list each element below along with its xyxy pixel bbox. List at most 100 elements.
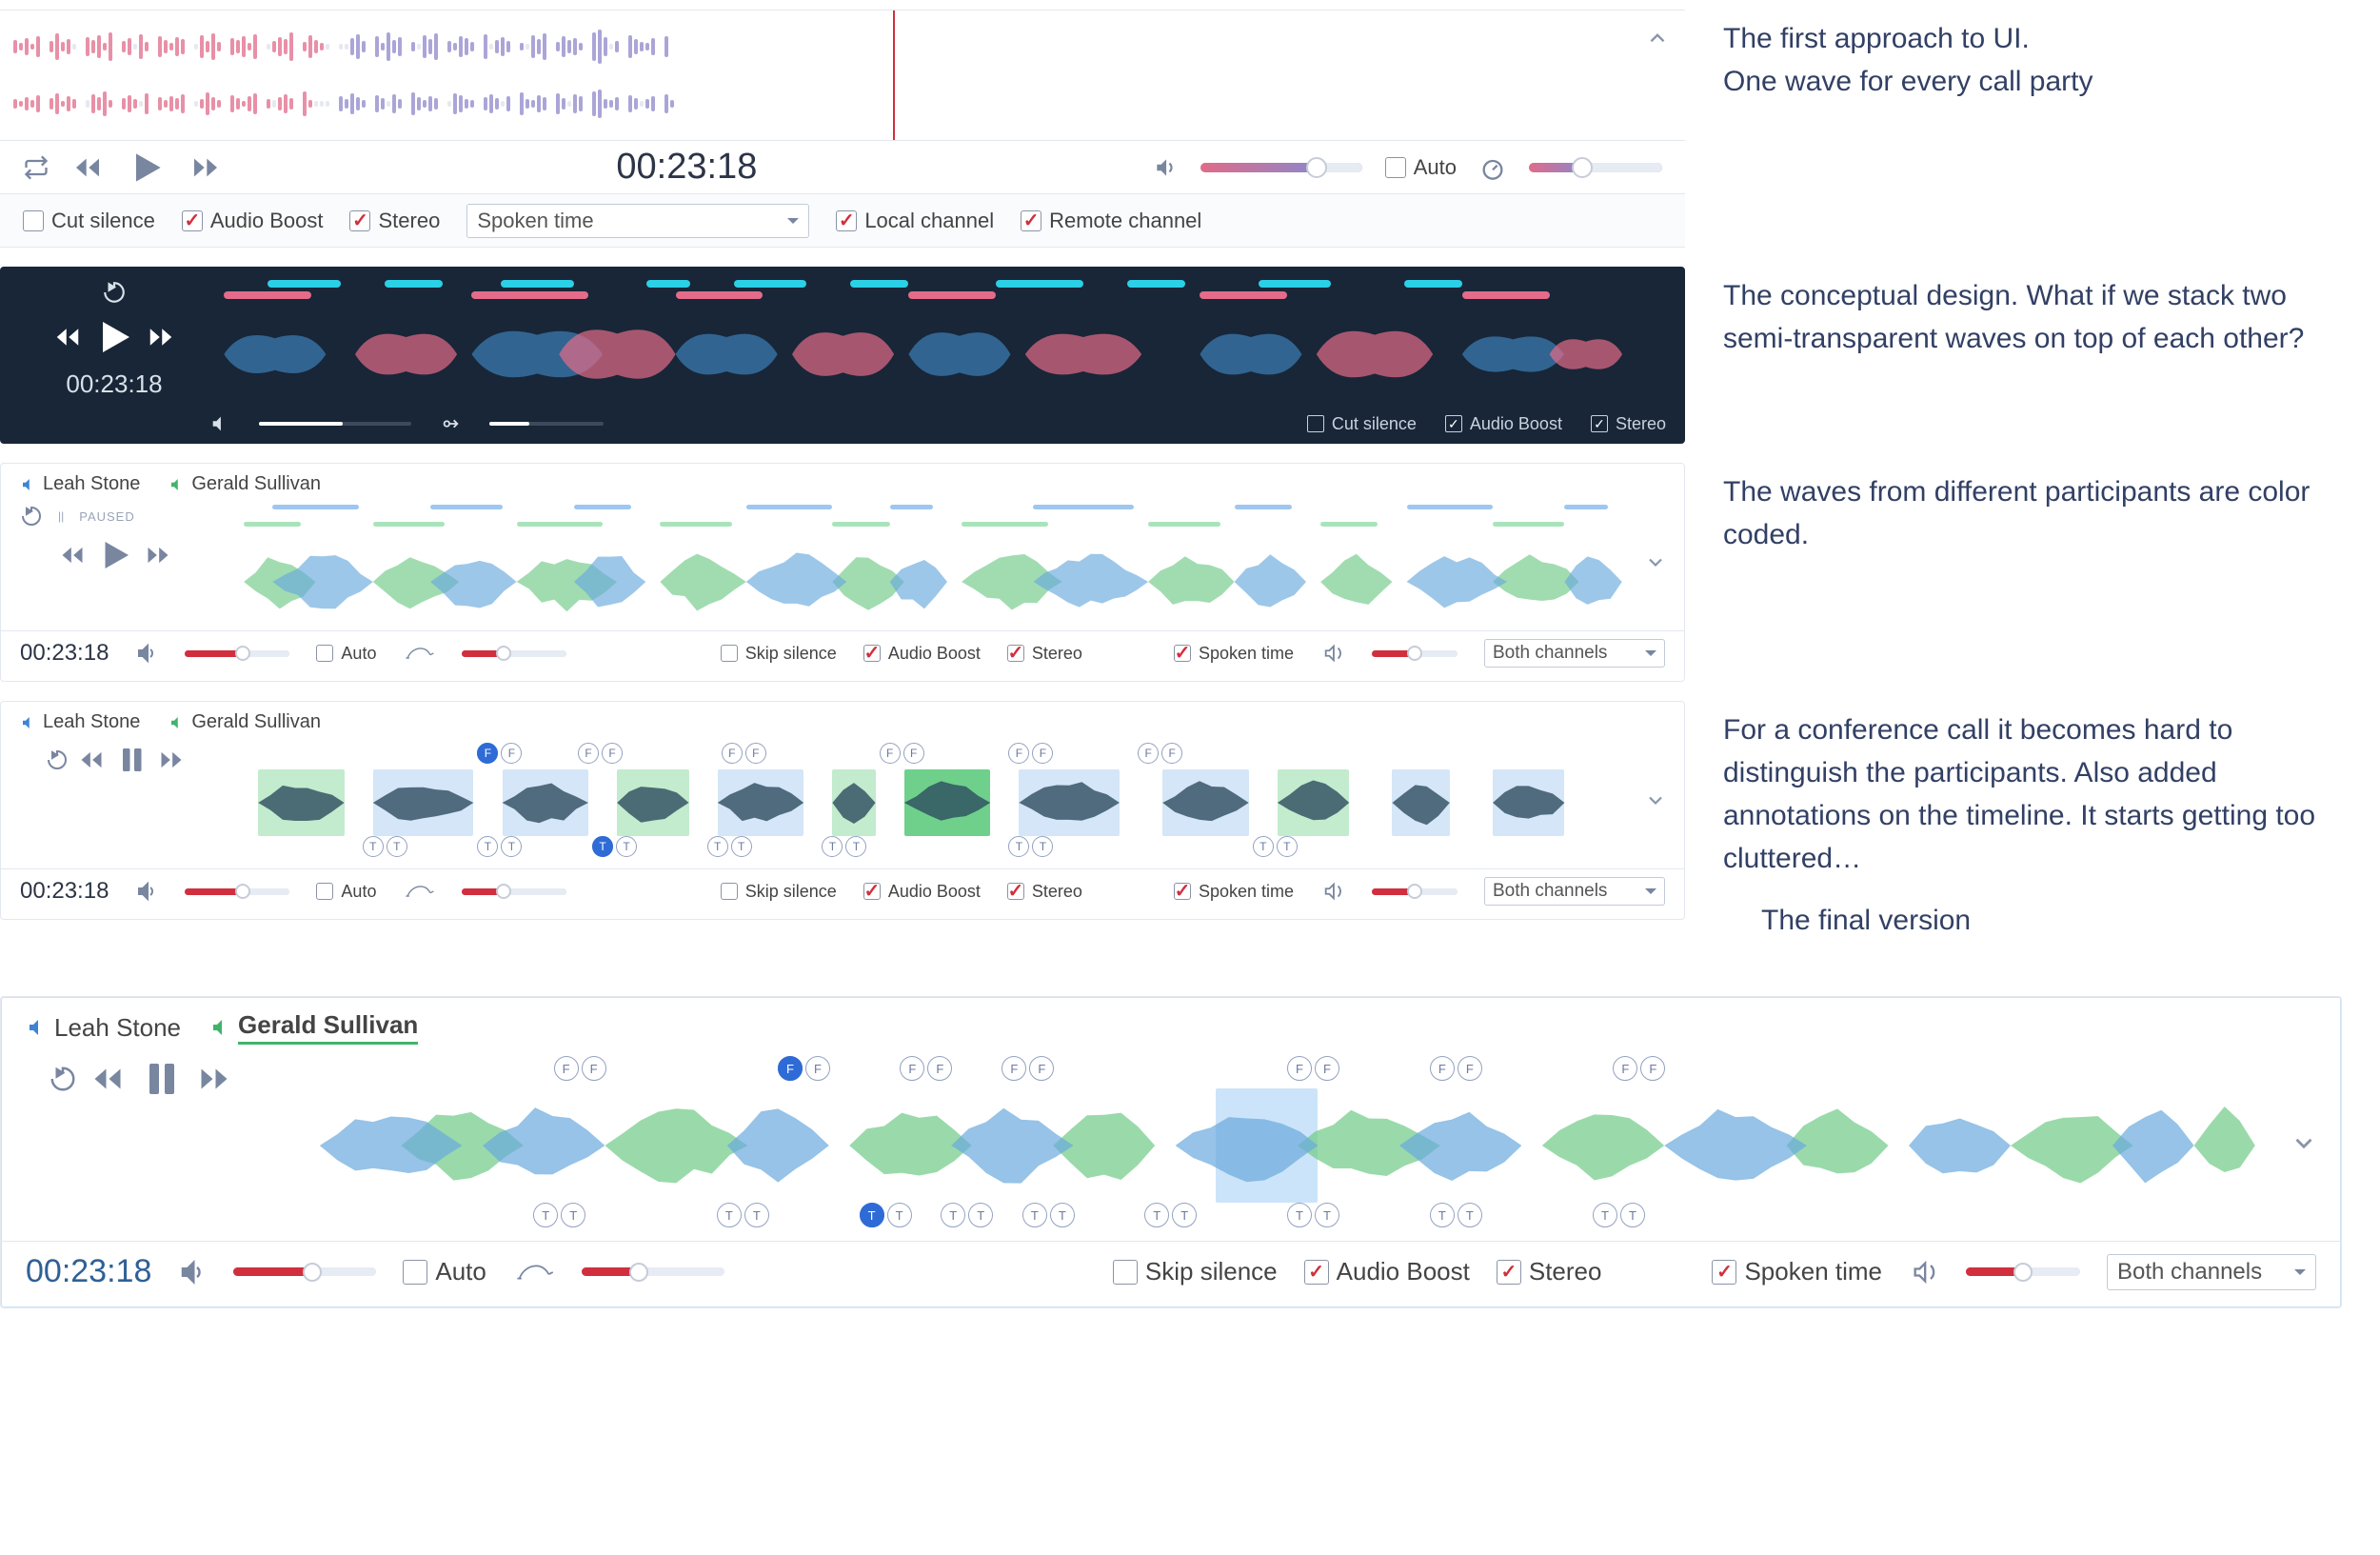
- spoken-time-checkbox[interactable]: Spoken time: [1174, 882, 1294, 902]
- time-display: 00:23:18: [66, 369, 162, 399]
- expand-icon[interactable]: [1644, 551, 1667, 579]
- expand-icon[interactable]: [2290, 1129, 2318, 1163]
- cut-silence-checkbox[interactable]: Cut silence: [1307, 414, 1417, 434]
- participant-leah[interactable]: Leah Stone: [20, 711, 140, 733]
- stereo-checkbox[interactable]: Stereo: [1497, 1257, 1602, 1286]
- participant-gerald[interactable]: Gerald Sullivan: [169, 711, 321, 733]
- time-display: 00:23:18: [616, 147, 757, 188]
- skip-silence-checkbox[interactable]: Skip silence: [721, 882, 837, 902]
- speed-slider[interactable]: [1529, 163, 1662, 172]
- participant-leah[interactable]: Leah Stone: [26, 1013, 181, 1043]
- speed-icon[interactable]: [403, 643, 435, 664]
- replay-icon[interactable]: [46, 748, 69, 771]
- caption: The final version: [1723, 891, 1990, 942]
- audio-boost-checkbox[interactable]: Audio Boost: [182, 209, 324, 233]
- speed-icon[interactable]: [1479, 154, 1506, 181]
- expand-icon[interactable]: [1644, 789, 1667, 817]
- spoken-time-checkbox[interactable]: Spoken time: [1174, 644, 1294, 664]
- rewind-icon[interactable]: [90, 1062, 125, 1096]
- waveform-track[interactable]: [0, 10, 1685, 140]
- volume-icon[interactable]: [135, 880, 158, 903]
- forward-icon[interactable]: [158, 747, 185, 773]
- speed-slider[interactable]: [462, 650, 566, 657]
- speed-slider[interactable]: [582, 1267, 724, 1276]
- auto-checkbox[interactable]: Auto: [316, 882, 376, 902]
- loop-icon[interactable]: [23, 154, 50, 181]
- audio-boost-checkbox[interactable]: Audio Boost: [1304, 1257, 1470, 1286]
- participant-leah[interactable]: Leah Stone: [20, 473, 140, 495]
- speed-slider[interactable]: [489, 422, 604, 426]
- stereo-checkbox[interactable]: Stereo: [1591, 414, 1666, 434]
- speed-slider[interactable]: [462, 888, 566, 895]
- volume-slider[interactable]: [1200, 163, 1362, 172]
- mode-select[interactable]: Spoken time: [466, 204, 809, 238]
- status-paused: PAUSED: [79, 509, 135, 524]
- player-v4: Leah Stone Gerald Sullivan FFFFFFFFFFFFF: [0, 701, 1685, 920]
- replay-icon[interactable]: [49, 1065, 77, 1093]
- rewind-icon[interactable]: [59, 542, 86, 568]
- channels-select[interactable]: Both channels: [2107, 1254, 2316, 1290]
- collapse-icon[interactable]: [1645, 26, 1670, 55]
- pause-icon[interactable]: [114, 743, 149, 777]
- spoken-time-checkbox[interactable]: Spoken time: [1712, 1257, 1882, 1286]
- forward-icon[interactable]: [197, 1062, 231, 1096]
- channels-select[interactable]: Both channels: [1484, 877, 1665, 906]
- audio-boost-checkbox[interactable]: Audio Boost: [863, 882, 981, 902]
- remote-channel-checkbox[interactable]: Remote channel: [1021, 209, 1201, 233]
- play-icon[interactable]: [95, 535, 135, 575]
- rewind-icon[interactable]: [72, 152, 103, 183]
- balance-icon[interactable]: [1909, 1259, 1939, 1286]
- replay-icon[interactable]: [20, 505, 43, 528]
- time-display: 00:23:18: [20, 640, 109, 667]
- cut-silence-checkbox[interactable]: Cut silence: [23, 209, 155, 233]
- stereo-checkbox[interactable]: Stereo: [1007, 882, 1082, 902]
- caption: The waves from different participants ar…: [1685, 463, 2361, 556]
- player-final: Leah Stone Gerald Sullivan FFFFFFFFFFFFF…: [0, 996, 2342, 1308]
- participant-gerald[interactable]: Gerald Sullivan: [169, 473, 321, 495]
- skip-silence-checkbox[interactable]: Skip silence: [721, 644, 837, 664]
- audio-boost-checkbox[interactable]: Audio Boost: [863, 644, 981, 664]
- forward-icon[interactable]: [190, 152, 221, 183]
- volume-slider[interactable]: [185, 650, 289, 657]
- rewind-icon[interactable]: [78, 747, 105, 773]
- forward-icon[interactable]: [147, 323, 175, 351]
- auto-checkbox[interactable]: Auto: [316, 644, 376, 664]
- balance-slider[interactable]: [1372, 650, 1458, 657]
- stereo-checkbox[interactable]: Stereo: [1007, 644, 1082, 664]
- volume-icon[interactable]: [178, 1258, 207, 1286]
- participant-gerald[interactable]: Gerald Sullivan: [209, 1010, 418, 1045]
- time-display: 00:23:18: [20, 878, 109, 905]
- player-v1: 00:23:18 Auto Cut silence Audio Boost St…: [0, 10, 1685, 248]
- balance-slider[interactable]: [1966, 1267, 2080, 1276]
- volume-icon[interactable]: [1153, 155, 1178, 180]
- pause-icon[interactable]: [138, 1056, 184, 1102]
- balance-slider[interactable]: [1372, 888, 1458, 895]
- volume-slider[interactable]: [185, 888, 289, 895]
- balance-icon[interactable]: [1320, 881, 1345, 902]
- player-v3: Leah Stone Gerald Sullivan ||PAUSED: [0, 463, 1685, 682]
- audio-boost-checkbox[interactable]: Audio Boost: [1445, 414, 1562, 434]
- speed-icon[interactable]: [440, 413, 461, 434]
- channels-select[interactable]: Both channels: [1484, 639, 1665, 668]
- caption: The first approach to UI.One wave for ev…: [1685, 10, 2361, 103]
- play-icon[interactable]: [91, 314, 137, 360]
- auto-checkbox[interactable]: Auto: [403, 1257, 486, 1286]
- speed-icon[interactable]: [403, 881, 435, 902]
- volume-slider[interactable]: [259, 422, 411, 426]
- rewind-icon[interactable]: [53, 323, 82, 351]
- play-icon[interactable]: [126, 147, 168, 189]
- time-display: 00:23:18: [26, 1253, 151, 1290]
- skip-silence-checkbox[interactable]: Skip silence: [1113, 1257, 1278, 1286]
- volume-icon[interactable]: [135, 642, 158, 665]
- balance-icon[interactable]: [1320, 643, 1345, 664]
- stereo-checkbox[interactable]: Stereo: [349, 209, 440, 233]
- volume-slider[interactable]: [233, 1267, 376, 1276]
- replay-icon[interactable]: [102, 280, 127, 305]
- caption: For a conference call it becomes hard to…: [1685, 701, 2361, 880]
- volume-icon[interactable]: [209, 413, 230, 434]
- speed-icon[interactable]: [513, 1259, 555, 1286]
- caption: The conceptual design. What if we stack …: [1685, 267, 2361, 360]
- local-channel-checkbox[interactable]: Local channel: [836, 209, 994, 233]
- auto-checkbox[interactable]: Auto: [1385, 155, 1457, 180]
- forward-icon[interactable]: [145, 542, 171, 568]
